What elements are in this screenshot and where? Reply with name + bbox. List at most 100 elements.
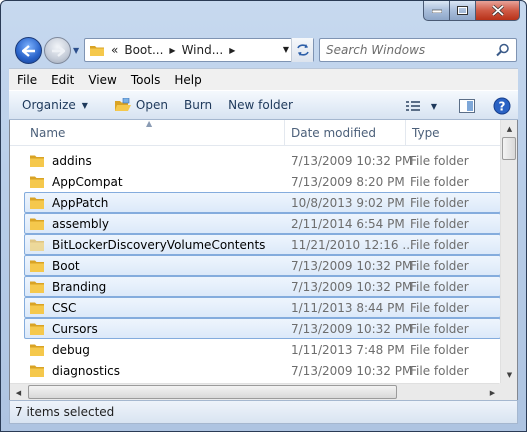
view-dropdown-icon[interactable]: ▼ — [431, 102, 437, 111]
breadcrumb-windows[interactable]: Wind... — [182, 43, 224, 57]
navigation-bar: ▼ « Boot... ▶ Wind... ▶ ▼ — [1, 31, 526, 69]
organize-label: Organize — [22, 98, 76, 112]
folder-icon — [30, 155, 44, 167]
horizontal-scrollbar[interactable]: ◀ ▶ — [10, 383, 501, 400]
open-button[interactable]: Open — [114, 97, 168, 113]
file-type: File folder — [410, 364, 469, 378]
file-name: diagnostics — [52, 364, 121, 378]
folder-icon — [30, 281, 44, 293]
scroll-up-icon[interactable]: ▲ — [501, 120, 517, 137]
file-type: File folder — [410, 343, 469, 357]
organize-button[interactable]: Organize ▼ — [22, 98, 88, 112]
file-type: File folder — [410, 217, 469, 231]
file-row[interactable]: Boot 7/13/2009 10:32 PM File folder — [24, 255, 501, 276]
breadcrumb-chevron-icon[interactable]: ▶ — [169, 46, 175, 55]
column-header: Name ▲ Date modified Type — [10, 120, 501, 146]
folder-icon — [30, 197, 44, 209]
file-list-pane[interactable]: Name ▲ Date modified Type addins 7/13/200… — [9, 120, 518, 400]
refresh-button[interactable] — [291, 38, 313, 62]
file-date-modified: 7/13/2009 8:20 PM — [291, 175, 405, 189]
file-name: Branding — [52, 280, 107, 294]
breadcrumb-boot[interactable]: Boot... — [124, 43, 163, 57]
status-text: 7 items selected — [15, 405, 115, 419]
close-button[interactable] — [476, 1, 520, 21]
file-date-modified: 7/13/2009 10:32 PM — [291, 154, 413, 168]
menu-tools[interactable]: Tools — [124, 73, 168, 87]
file-type: File folder — [410, 175, 469, 189]
breadcrumb-chevron-icon[interactable]: ▶ — [229, 46, 235, 55]
folder-icon — [30, 365, 44, 377]
file-row[interactable]: addins 7/13/2009 10:32 PM File folder — [24, 150, 501, 171]
scroll-down-icon[interactable]: ▼ — [501, 366, 517, 383]
file-row[interactable]: debug 1/11/2013 7:48 PM File folder — [24, 339, 501, 360]
burn-button[interactable]: Burn — [184, 98, 212, 112]
preview-pane-button[interactable] — [459, 99, 475, 113]
column-name-label: Name — [30, 126, 66, 140]
search-icon[interactable] — [496, 43, 510, 57]
maximize-button[interactable] — [450, 1, 476, 21]
column-type[interactable]: Type — [406, 120, 501, 146]
menu-view[interactable]: View — [81, 73, 123, 87]
file-type: File folder — [410, 238, 469, 252]
file-name: Cursors — [52, 322, 98, 336]
column-name[interactable]: Name ▲ — [10, 120, 285, 146]
file-row[interactable]: Cursors 7/13/2009 10:32 PM File folder — [24, 318, 501, 339]
back-button[interactable] — [15, 37, 42, 64]
file-name: assembly — [52, 217, 109, 231]
file-row[interactable]: diagnostics 7/13/2009 10:32 PM File folder — [24, 360, 501, 381]
address-dropdown-icon[interactable]: ▼ — [283, 45, 289, 54]
file-date-modified: 1/11/2013 8:44 PM — [291, 301, 405, 315]
menu-bar: File Edit View Tools Help — [9, 68, 518, 90]
new-folder-button[interactable]: New folder — [228, 98, 293, 112]
minimize-icon — [431, 9, 442, 13]
file-row[interactable]: CSC 1/11/2013 8:44 PM File folder — [24, 297, 501, 318]
minimize-button[interactable] — [423, 1, 450, 21]
file-date-modified: 11/21/2010 12:16 ... — [291, 238, 414, 252]
file-date-modified: 1/11/2013 7:48 PM — [291, 343, 405, 357]
breadcrumb-overflow[interactable]: « — [111, 43, 118, 57]
vertical-scroll-thumb[interactable] — [502, 137, 516, 160]
menu-file[interactable]: File — [9, 73, 44, 87]
horizontal-scroll-thumb[interactable] — [28, 385, 397, 399]
file-name: Boot — [52, 259, 80, 273]
menu-help[interactable]: Help — [167, 73, 208, 87]
file-date-modified: 10/8/2013 9:02 PM — [291, 196, 405, 210]
close-icon — [491, 5, 504, 16]
column-date-modified[interactable]: Date modified — [285, 120, 406, 146]
menu-edit[interactable]: Edit — [44, 73, 81, 87]
preview-pane-icon — [459, 99, 475, 113]
help-button[interactable]: ? — [493, 97, 511, 115]
folder-icon — [30, 344, 44, 356]
folder-icon — [30, 239, 44, 251]
open-label: Open — [135, 98, 168, 112]
scroll-left-icon[interactable]: ◀ — [10, 384, 27, 400]
vertical-scrollbar[interactable]: ▲ ▼ — [500, 120, 517, 383]
column-type-label: Type — [412, 126, 440, 140]
file-row[interactable]: Branding 7/13/2009 10:32 PM File folder — [24, 276, 501, 297]
file-name: debug — [52, 343, 90, 357]
status-bar: 7 items selected — [9, 400, 518, 424]
address-bar[interactable]: « Boot... ▶ Wind... ▶ ▼ — [84, 38, 314, 62]
file-name: AppPatch — [52, 196, 109, 210]
forward-button[interactable] — [44, 37, 71, 64]
file-rows: addins 7/13/2009 10:32 PM File folder AppCo… — [10, 150, 501, 381]
folder-icon — [30, 302, 44, 314]
refresh-icon — [296, 44, 309, 56]
search-input[interactable] — [320, 39, 490, 61]
file-type: File folder — [410, 280, 469, 294]
search-box[interactable] — [319, 38, 517, 62]
file-name: BitLockerDiscoveryVolumeContents — [52, 238, 266, 252]
file-row[interactable]: AppCompat 7/13/2009 8:20 PM File folder — [24, 171, 501, 192]
file-type: File folder — [410, 196, 469, 210]
file-row[interactable]: BitLockerDiscoveryVolumeContents 11/21/20… — [24, 234, 501, 255]
back-arrow-icon — [21, 44, 35, 57]
forward-arrow-icon — [51, 44, 65, 57]
recent-pages-dropdown-icon[interactable]: ▼ — [73, 46, 79, 55]
details-view-icon — [405, 101, 420, 111]
change-view-button[interactable]: ▼ — [405, 100, 437, 112]
folder-icon — [30, 260, 44, 272]
svg-text:?: ? — [499, 100, 506, 114]
file-row[interactable]: AppPatch 10/8/2013 9:02 PM File folder — [24, 192, 501, 213]
file-row[interactable]: assembly 2/11/2014 6:54 PM File folder — [24, 213, 501, 234]
folder-icon — [90, 46, 104, 56]
